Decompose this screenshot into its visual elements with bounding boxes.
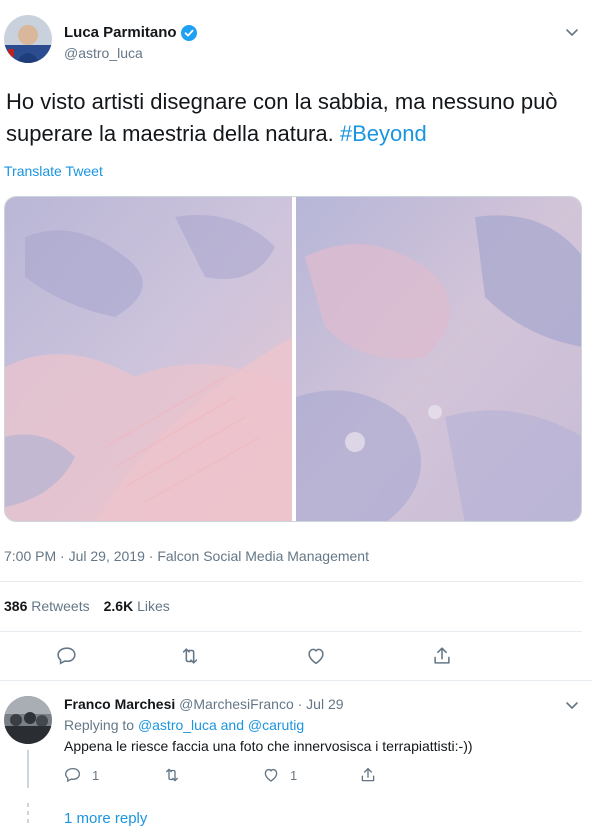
replying-to: Replying to @astro_luca and @carutig [64, 717, 304, 733]
thread-dot [27, 811, 29, 815]
reply-author-name[interactable]: Franco Marchesi [64, 696, 175, 712]
reply-count: 1 [92, 767, 100, 783]
retweets-count: 386 [4, 598, 28, 614]
verified-badge-icon [180, 24, 197, 41]
author-avatar[interactable] [4, 15, 52, 63]
likes-label: Likes [137, 598, 170, 614]
reply-author-handle[interactable]: @MarchesiFranco [179, 696, 294, 712]
retweets-label: Retweets [31, 598, 90, 614]
thread-dot [27, 819, 29, 823]
like-icon[interactable] [262, 766, 280, 784]
translate-tweet-link[interactable]: Translate Tweet [4, 163, 103, 179]
reply-reply-action[interactable]: 1 [64, 766, 99, 784]
retweet-icon[interactable] [179, 645, 201, 667]
thread-line [27, 750, 29, 788]
author-handle[interactable]: @astro_luca [64, 45, 143, 61]
divider [0, 631, 582, 632]
reply-share-action[interactable] [359, 766, 377, 784]
replying-prefix: Replying to [64, 717, 138, 733]
divider [0, 581, 582, 582]
tweet-time[interactable]: 7:00 PM · Jul 29, 2019 · [4, 548, 157, 564]
reply-icon[interactable] [56, 645, 78, 667]
reply-icon[interactable] [64, 766, 82, 784]
tweet-meta: 7:00 PM · Jul 29, 2019 · Falcon Social M… [4, 548, 369, 564]
like-count: 1 [290, 767, 298, 783]
and-label[interactable]: and [217, 717, 248, 733]
reply-like-action[interactable]: 1 [262, 766, 297, 784]
mention-link[interactable]: @astro_luca [138, 717, 217, 733]
likes-count: 2.6K [103, 598, 134, 614]
mention-link[interactable]: @carutig [248, 717, 304, 733]
chevron-down-icon[interactable] [564, 697, 580, 713]
reply-header: Franco Marchesi @MarchesiFranco · Jul 29 [64, 696, 344, 712]
share-icon[interactable] [431, 645, 453, 667]
author-name-text[interactable]: Luca Parmitano [64, 24, 177, 41]
like-icon[interactable] [305, 645, 327, 667]
tweet-source[interactable]: Falcon Social Media Management [157, 548, 369, 564]
satellite-image-left[interactable] [5, 197, 292, 522]
divider [0, 680, 592, 681]
reply-text: Appena le riesce faccia una foto che inn… [64, 738, 473, 754]
likes-stat[interactable]: 2.6K Likes [104, 598, 170, 614]
retweet-icon[interactable] [163, 766, 181, 784]
more-replies-link[interactable]: 1 more reply [64, 810, 147, 826]
tweet-text: Ho visto artisti disegnare con la sabbia… [6, 86, 586, 150]
tweet-body: Ho visto artisti disegnare con la sabbia… [6, 89, 558, 146]
thread-dot [27, 803, 29, 807]
tweet-stats: 386 Retweets 2.6K Likes [4, 598, 170, 614]
reply-author-avatar[interactable] [4, 696, 52, 744]
author-name[interactable]: Luca Parmitano [64, 24, 197, 41]
reply-date[interactable]: · Jul 29 [294, 696, 344, 712]
satellite-image-right[interactable] [296, 197, 582, 522]
hashtag-link[interactable]: #Beyond [340, 121, 427, 146]
reply-retweet-action[interactable] [163, 766, 181, 784]
chevron-down-icon[interactable] [564, 24, 580, 40]
retweets-stat[interactable]: 386 Retweets [4, 598, 90, 614]
media-grid [4, 196, 582, 522]
share-icon[interactable] [359, 766, 377, 784]
